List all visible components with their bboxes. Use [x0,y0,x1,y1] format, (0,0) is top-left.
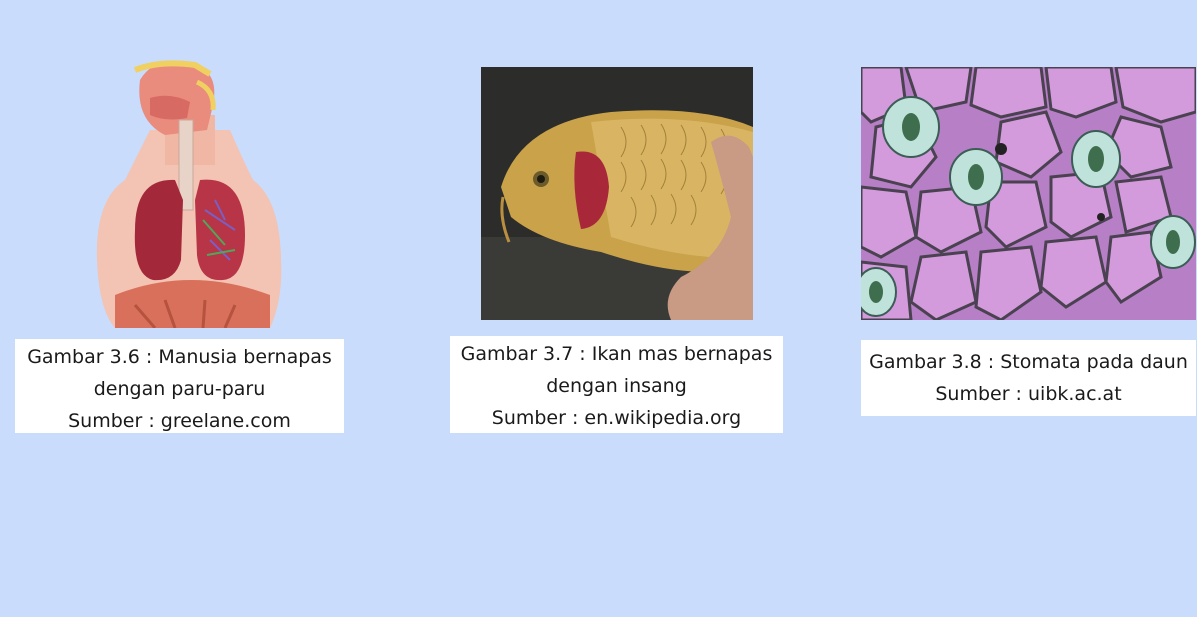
leaf-stomata-microscope-photo [861,67,1196,320]
figure-stomata [861,67,1196,320]
caption-line: dengan paru-paru [93,378,266,400]
caption-line: Gambar 3.8 : Stomata pada daun [869,351,1188,373]
figure-human-respiration [95,60,285,328]
caption-line: Gambar 3.7 : Ikan mas bernapas [460,343,773,365]
caption-figure-3-8: Gambar 3.8 : Stomata pada daun Sumber : … [861,340,1196,416]
carp-fish-gill-photo [481,67,753,320]
human-respiratory-system-illustration [96,60,282,328]
caption-line: dengan insang [546,375,687,397]
slide: Gambar 3.6 : Manusia bernapas dengan par… [0,0,1197,617]
caption-line: Gambar 3.6 : Manusia bernapas [27,346,332,368]
caption-line: Sumber : greelane.com [68,410,291,432]
caption-figure-3-7: Gambar 3.7 : Ikan mas bernapas dengan in… [450,336,783,433]
caption-line: Sumber : en.wikipedia.org [491,407,742,429]
caption-line: Sumber : uibk.ac.at [935,383,1122,405]
figure-carp-fish [481,67,753,320]
caption-figure-3-6: Gambar 3.6 : Manusia bernapas dengan par… [15,339,344,433]
